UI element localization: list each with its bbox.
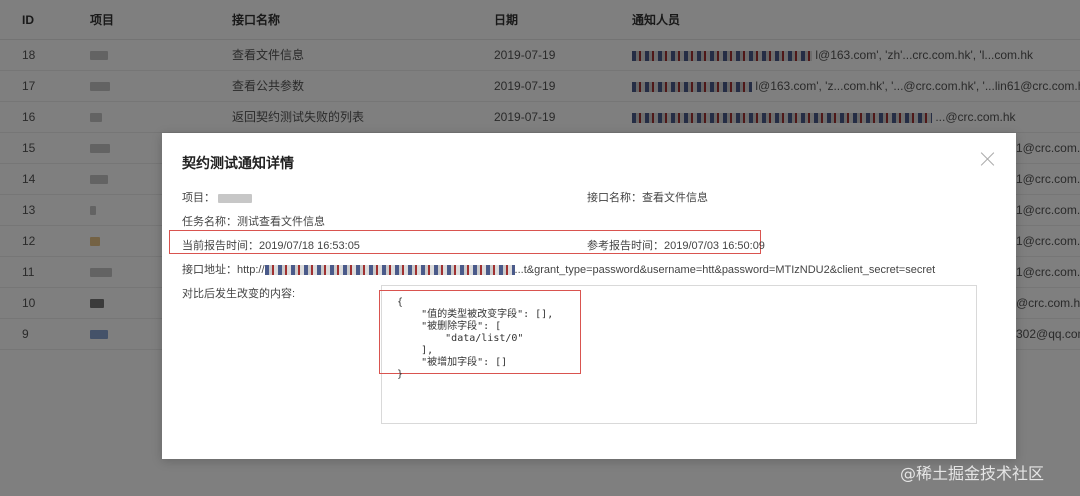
current-report-time: 当前报告时间：2019/07/18 16:53:05	[182, 240, 360, 252]
project-label: 项目：	[182, 192, 215, 204]
close-icon[interactable]	[980, 151, 996, 167]
wechat-icon	[821, 437, 848, 455]
contract-test-detail-dialog: 契约测试通知详情 项目： 接口名称：查看文件信息 任务名称：测试查看文件信息 当…	[162, 133, 1016, 459]
dialog-title: 契约测试通知详情	[182, 155, 294, 171]
watermark-title: CKL的思考空间	[858, 436, 1011, 461]
api-url-label: 接口地址：http://	[182, 264, 265, 276]
diff-content-text: { "值的类型被改变字段": [], "被删除字段": [ "data/list…	[397, 297, 554, 380]
api-url-redacted	[264, 265, 515, 276]
project-field: 项目：	[182, 189, 255, 205]
diff-label: 对比后发生改变的内容:	[182, 288, 296, 300]
watermark-subtitle: @稀土掘金技术社区	[900, 464, 1045, 483]
project-value-redacted	[218, 193, 253, 203]
reference-report-time: 参考报告时间：2019/07/03 16:50:09	[587, 240, 765, 252]
task-name-field: 任务名称：测试查看文件信息	[182, 216, 325, 228]
api-name-field: 接口名称：查看文件信息	[587, 192, 708, 204]
api-url-field: 接口地址：http:// ...t&grant_type=password&use…	[182, 261, 935, 277]
api-url-tail: ...t&grant_type=password&username=htt&pa…	[514, 264, 936, 276]
